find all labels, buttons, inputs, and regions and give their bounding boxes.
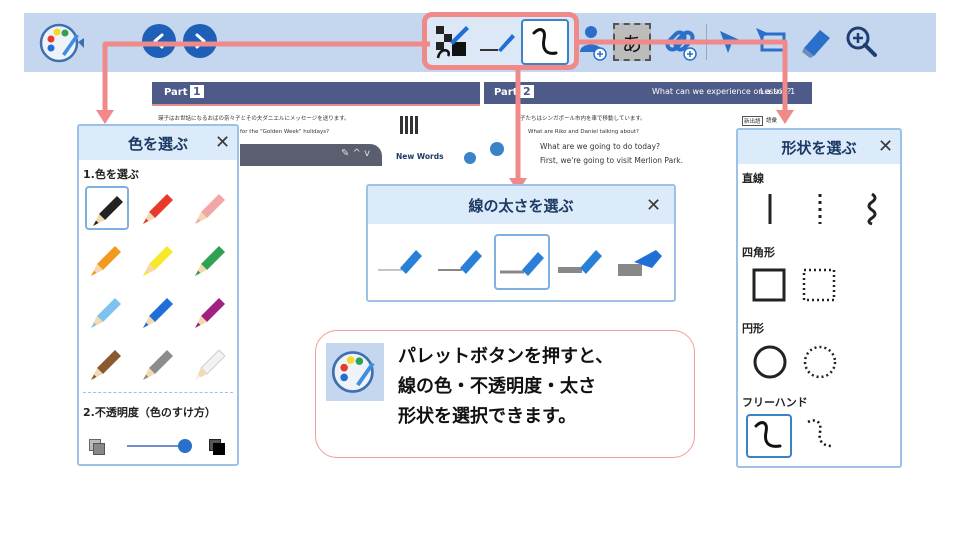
pencil-purple[interactable] [189,290,233,334]
line-shape-row [768,192,877,226]
line-width-4-option[interactable] [554,234,610,290]
pen-width-icon [378,250,422,274]
width-panel-title: 線の太さを選ぶ [468,196,574,215]
opacity-low-icon [89,439,105,455]
opacity-slider-track[interactable] [127,445,185,447]
pen-width-icon [438,250,482,274]
instruction-callout: パレットボタンを押すと、 線の色・不透明度・太さ 形状を選択できます。 [315,330,695,458]
freehand-dotted-icon [807,419,833,448]
pencil-blue[interactable] [137,290,181,334]
wavy-line-icon[interactable] [867,192,877,226]
opacity-high-icon [209,439,225,455]
pencil-grid [85,186,231,396]
line-width-3-option[interactable] [494,234,550,290]
pen-width-icon [618,250,662,276]
solid-circle-icon[interactable] [753,345,787,379]
pencil-icon [143,246,173,276]
pencil-gray[interactable] [137,342,181,386]
palette-icon [331,351,375,393]
dotted-circle-icon[interactable] [803,345,837,379]
color-section-label: 1.色を選ぶ [83,168,139,181]
pencil-icon [93,196,123,226]
circle-shape-row [753,345,837,379]
color-panel-title: 色を選ぶ [127,134,188,153]
shape-panel: 形状を選ぶ ✕ 直線 四角形 円形 フリーハンド [736,128,902,468]
line-width-5-option[interactable] [614,234,670,290]
pencil-black[interactable] [85,186,129,230]
pencil-orange[interactable] [85,238,129,282]
pencil-icon [143,298,173,328]
opacity-section-label: 2.不透明度（色のすけ方） [83,406,216,419]
color-panel: 色を選ぶ ✕ 1.色を選ぶ 2.不透明度（色のすけ方） [77,124,239,466]
width-options [374,234,670,294]
line-width-2-option[interactable] [434,234,490,290]
pencil-icon [195,194,225,224]
rect-shape-row [752,268,836,302]
shape-section-line: 直線 [742,172,764,185]
pen-width-icon [500,252,544,276]
pencil-icon [195,246,225,276]
width-panel-close-icon[interactable]: ✕ [646,197,661,215]
callout-palette-badge [326,343,384,401]
opacity-slider-thumb[interactable] [178,439,192,453]
pencil-white[interactable] [189,342,233,386]
callout-line-3: 形状を選択できます。 [398,406,577,427]
pencil-light-blue[interactable] [85,290,129,334]
pencil-yellow[interactable] [137,238,181,282]
color-panel-close-icon[interactable]: ✕ [215,134,230,152]
pencil-pink[interactable] [189,186,233,230]
pen-width-icon [558,250,602,274]
pencil-icon [91,350,121,380]
dotted-rect-icon[interactable] [802,268,836,302]
color-panel-header: 色を選ぶ [79,126,237,160]
freehand-dotted-option[interactable] [800,414,846,458]
width-panel: 線の太さを選ぶ ✕ [366,184,676,302]
freehand-solid-option[interactable] [746,414,792,458]
solid-rect-icon[interactable] [752,268,786,302]
shape-section-circle: 円形 [742,322,764,335]
shape-section-rect: 四角形 [742,246,775,259]
shape-panel-header: 形状を選ぶ [738,130,900,164]
pencil-icon [143,194,173,224]
pencil-green[interactable] [189,238,233,282]
pencil-icon [91,246,121,276]
callout-line-1: パレットボタンを押すと、 [398,346,614,367]
pencil-icon [195,298,225,328]
pencil-red[interactable] [137,186,181,230]
shape-panel-title: 形状を選ぶ [781,138,857,157]
color-panel-divider [83,392,233,393]
pencil-icon [195,349,226,380]
shape-section-freehand: フリーハンド [742,396,808,409]
shape-panel-close-icon[interactable]: ✕ [878,138,893,156]
freehand-solid-icon [754,421,782,448]
pencil-icon [91,298,121,328]
pencil-brown[interactable] [85,342,129,386]
line-width-1-option[interactable] [374,234,430,290]
width-panel-header: 線の太さを選ぶ [368,186,674,224]
callout-line-2: 線の色・不透明度・太さ [398,376,596,397]
pencil-icon [143,350,173,380]
